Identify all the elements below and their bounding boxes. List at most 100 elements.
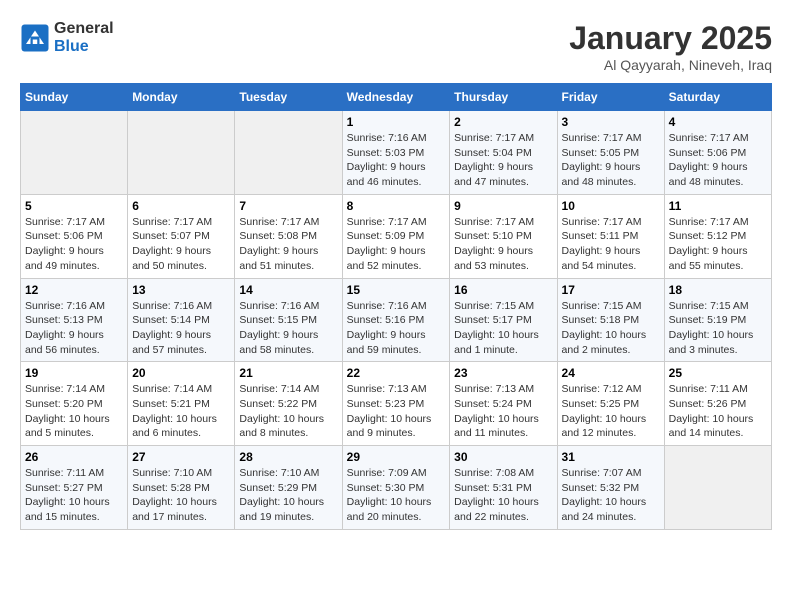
calendar-cell: 7 Sunrise: 7:17 AM Sunset: 5:08 PM Daylig… [235,194,342,278]
weekday-header: Tuesday [235,84,342,111]
calendar-cell: 31 Sunrise: 7:07 AM Sunset: 5:32 PM Dayli… [557,446,664,530]
calendar-cell: 14Sunrise: 7:16 AM Sunset: 5:15 PM Dayli… [235,278,342,362]
day-number: 29 [347,450,446,464]
day-number: 22 [347,366,446,380]
day-info: Sunrise: 7:17 AM Sunset: 5:07 PM Dayligh… [132,215,230,274]
calendar-week-row: 5Sunrise: 7:17 AM Sunset: 5:06 PM Daylig… [21,194,772,278]
day-number: 7 [239,199,337,213]
calendar-cell: 1Sunrise: 7:16 AM Sunset: 5:03 PM Daylig… [342,111,450,195]
calendar-cell: 5Sunrise: 7:17 AM Sunset: 5:06 PM Daylig… [21,194,128,278]
calendar-cell: 19 Sunrise: 7:14 AM Sunset: 5:20 PM Dayli… [21,362,128,446]
weekday-header: Sunday [21,84,128,111]
day-number: 1 [347,115,446,129]
weekday-header: Saturday [664,84,771,111]
day-number: 6 [132,199,230,213]
calendar-cell: 11 Sunrise: 7:17 AM Sunset: 5:12 PM Dayli… [664,194,771,278]
day-number: 26 [25,450,123,464]
calendar-cell [664,446,771,530]
calendar-cell [235,111,342,195]
calendar-cell: 21 Sunrise: 7:14 AM Sunset: 5:22 PM Dayli… [235,362,342,446]
day-number: 10 [562,199,660,213]
day-number: 31 [562,450,660,464]
day-number: 21 [239,366,337,380]
calendar-week-row: 19 Sunrise: 7:14 AM Sunset: 5:20 PM Dayli… [21,362,772,446]
calendar-cell: 2 Sunrise: 7:17 AM Sunset: 5:04 PM Daylig… [450,111,557,195]
day-number: 3 [562,115,660,129]
calendar-cell: 23Sunrise: 7:13 AM Sunset: 5:24 PM Dayli… [450,362,557,446]
day-info: Sunrise: 7:11 AM Sunset: 5:27 PM Dayligh… [25,466,123,525]
calendar-cell: 8 Sunrise: 7:17 AM Sunset: 5:09 PM Daylig… [342,194,450,278]
day-number: 14 [239,283,337,297]
calendar-cell: 20Sunrise: 7:14 AM Sunset: 5:21 PM Dayli… [128,362,235,446]
title-area: January 2025 Al Qayyarah, Nineveh, Iraq [569,20,772,73]
calendar-cell [128,111,235,195]
day-info: Sunrise: 7:10 AM Sunset: 5:28 PM Dayligh… [132,466,230,525]
day-info: Sunrise: 7:09 AM Sunset: 5:30 PM Dayligh… [347,466,446,525]
calendar-cell: 27 Sunrise: 7:10 AM Sunset: 5:28 PM Dayli… [128,446,235,530]
day-info: Sunrise: 7:17 AM Sunset: 5:09 PM Dayligh… [347,215,446,274]
day-info: Sunrise: 7:16 AM Sunset: 5:14 PM Dayligh… [132,299,230,358]
day-number: 11 [669,199,767,213]
day-info: Sunrise: 7:17 AM Sunset: 5:05 PM Dayligh… [562,131,660,190]
day-number: 12 [25,283,123,297]
day-number: 19 [25,366,123,380]
day-number: 17 [562,283,660,297]
calendar-cell: 30 Sunrise: 7:08 AM Sunset: 5:31 PM Dayli… [450,446,557,530]
day-number: 20 [132,366,230,380]
day-info: Sunrise: 7:13 AM Sunset: 5:23 PM Dayligh… [347,382,446,441]
calendar-cell: 24 Sunrise: 7:12 AM Sunset: 5:25 PM Dayli… [557,362,664,446]
weekday-header: Thursday [450,84,557,111]
day-info: Sunrise: 7:17 AM Sunset: 5:08 PM Dayligh… [239,215,337,274]
day-number: 27 [132,450,230,464]
calendar-cell: 28Sunrise: 7:10 AM Sunset: 5:29 PM Dayli… [235,446,342,530]
calendar-table: SundayMondayTuesdayWednesdayThursdayFrid… [20,83,772,530]
calendar-cell: 15 Sunrise: 7:16 AM Sunset: 5:16 PM Dayli… [342,278,450,362]
weekday-header: Wednesday [342,84,450,111]
day-number: 30 [454,450,552,464]
day-number: 16 [454,283,552,297]
calendar-subtitle: Al Qayyarah, Nineveh, Iraq [569,57,772,73]
day-info: Sunrise: 7:13 AM Sunset: 5:24 PM Dayligh… [454,382,552,441]
calendar-cell: 29 Sunrise: 7:09 AM Sunset: 5:30 PM Dayli… [342,446,450,530]
day-number: 4 [669,115,767,129]
day-info: Sunrise: 7:17 AM Sunset: 5:12 PM Dayligh… [669,215,767,274]
day-number: 8 [347,199,446,213]
day-number: 18 [669,283,767,297]
day-info: Sunrise: 7:14 AM Sunset: 5:20 PM Dayligh… [25,382,123,441]
day-number: 2 [454,115,552,129]
day-info: Sunrise: 7:17 AM Sunset: 5:06 PM Dayligh… [25,215,123,274]
header: General Blue January 2025 Al Qayyarah, N… [20,20,772,73]
day-info: Sunrise: 7:16 AM Sunset: 5:16 PM Dayligh… [347,299,446,358]
logo-icon [20,23,50,53]
day-info: Sunrise: 7:11 AM Sunset: 5:26 PM Dayligh… [669,382,767,441]
day-number: 15 [347,283,446,297]
calendar-cell: 17 Sunrise: 7:15 AM Sunset: 5:18 PM Dayli… [557,278,664,362]
logo-text: General Blue [54,20,114,55]
day-number: 28 [239,450,337,464]
day-info: Sunrise: 7:14 AM Sunset: 5:22 PM Dayligh… [239,382,337,441]
calendar-cell [21,111,128,195]
day-info: Sunrise: 7:15 AM Sunset: 5:18 PM Dayligh… [562,299,660,358]
day-info: Sunrise: 7:17 AM Sunset: 5:11 PM Dayligh… [562,215,660,274]
calendar-cell: 6 Sunrise: 7:17 AM Sunset: 5:07 PM Daylig… [128,194,235,278]
day-info: Sunrise: 7:12 AM Sunset: 5:25 PM Dayligh… [562,382,660,441]
calendar-cell: 12Sunrise: 7:16 AM Sunset: 5:13 PM Dayli… [21,278,128,362]
weekday-header-row: SundayMondayTuesdayWednesdayThursdayFrid… [21,84,772,111]
day-number: 24 [562,366,660,380]
calendar-cell: 4Sunrise: 7:17 AM Sunset: 5:06 PM Daylig… [664,111,771,195]
day-info: Sunrise: 7:15 AM Sunset: 5:17 PM Dayligh… [454,299,552,358]
day-info: Sunrise: 7:17 AM Sunset: 5:04 PM Dayligh… [454,131,552,190]
calendar-cell: 26 Sunrise: 7:11 AM Sunset: 5:27 PM Dayli… [21,446,128,530]
logo-general: General [54,20,114,38]
logo: General Blue [20,20,114,55]
calendar-cell: 10 Sunrise: 7:17 AM Sunset: 5:11 PM Dayli… [557,194,664,278]
calendar-cell: 3 Sunrise: 7:17 AM Sunset: 5:05 PM Daylig… [557,111,664,195]
calendar-cell: 9Sunrise: 7:17 AM Sunset: 5:10 PM Daylig… [450,194,557,278]
calendar-cell: 25Sunrise: 7:11 AM Sunset: 5:26 PM Dayli… [664,362,771,446]
calendar-cell: 22 Sunrise: 7:13 AM Sunset: 5:23 PM Dayli… [342,362,450,446]
day-info: Sunrise: 7:07 AM Sunset: 5:32 PM Dayligh… [562,466,660,525]
calendar-week-row: 1Sunrise: 7:16 AM Sunset: 5:03 PM Daylig… [21,111,772,195]
calendar-cell: 13Sunrise: 7:16 AM Sunset: 5:14 PM Dayli… [128,278,235,362]
day-info: Sunrise: 7:08 AM Sunset: 5:31 PM Dayligh… [454,466,552,525]
day-number: 9 [454,199,552,213]
